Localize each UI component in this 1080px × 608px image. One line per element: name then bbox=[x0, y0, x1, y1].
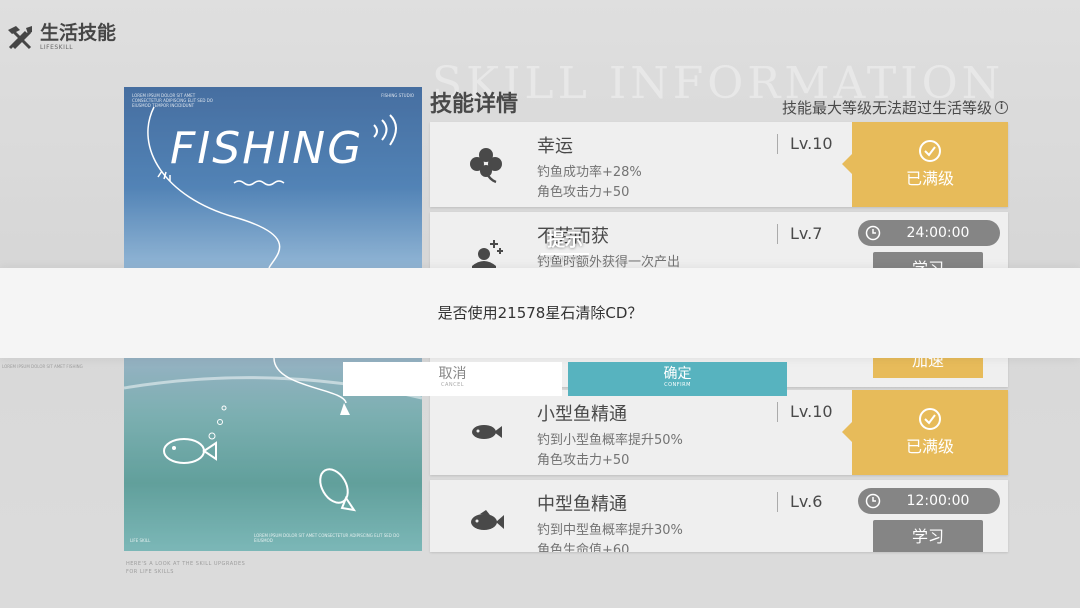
cancel-button[interactable]: 取消 CANCEL bbox=[343, 362, 562, 396]
dialog-title-en: INFORMATION bbox=[543, 256, 587, 263]
confirm-label: 确定 bbox=[663, 366, 692, 382]
confirm-button[interactable]: 确定 CONFIRM bbox=[568, 362, 787, 396]
cancel-label-en: CANCEL bbox=[440, 382, 465, 388]
dialog-title-underline bbox=[541, 253, 589, 255]
dialog-message: 是否使用21578星石清除CD？ bbox=[437, 304, 643, 322]
cancel-label: 取消 bbox=[438, 366, 467, 382]
dialog-title-text: 提示 bbox=[547, 230, 583, 251]
confirm-label-en: CONFIRM bbox=[664, 382, 691, 388]
dialog-title: 提示 INFORMATION bbox=[537, 226, 593, 263]
